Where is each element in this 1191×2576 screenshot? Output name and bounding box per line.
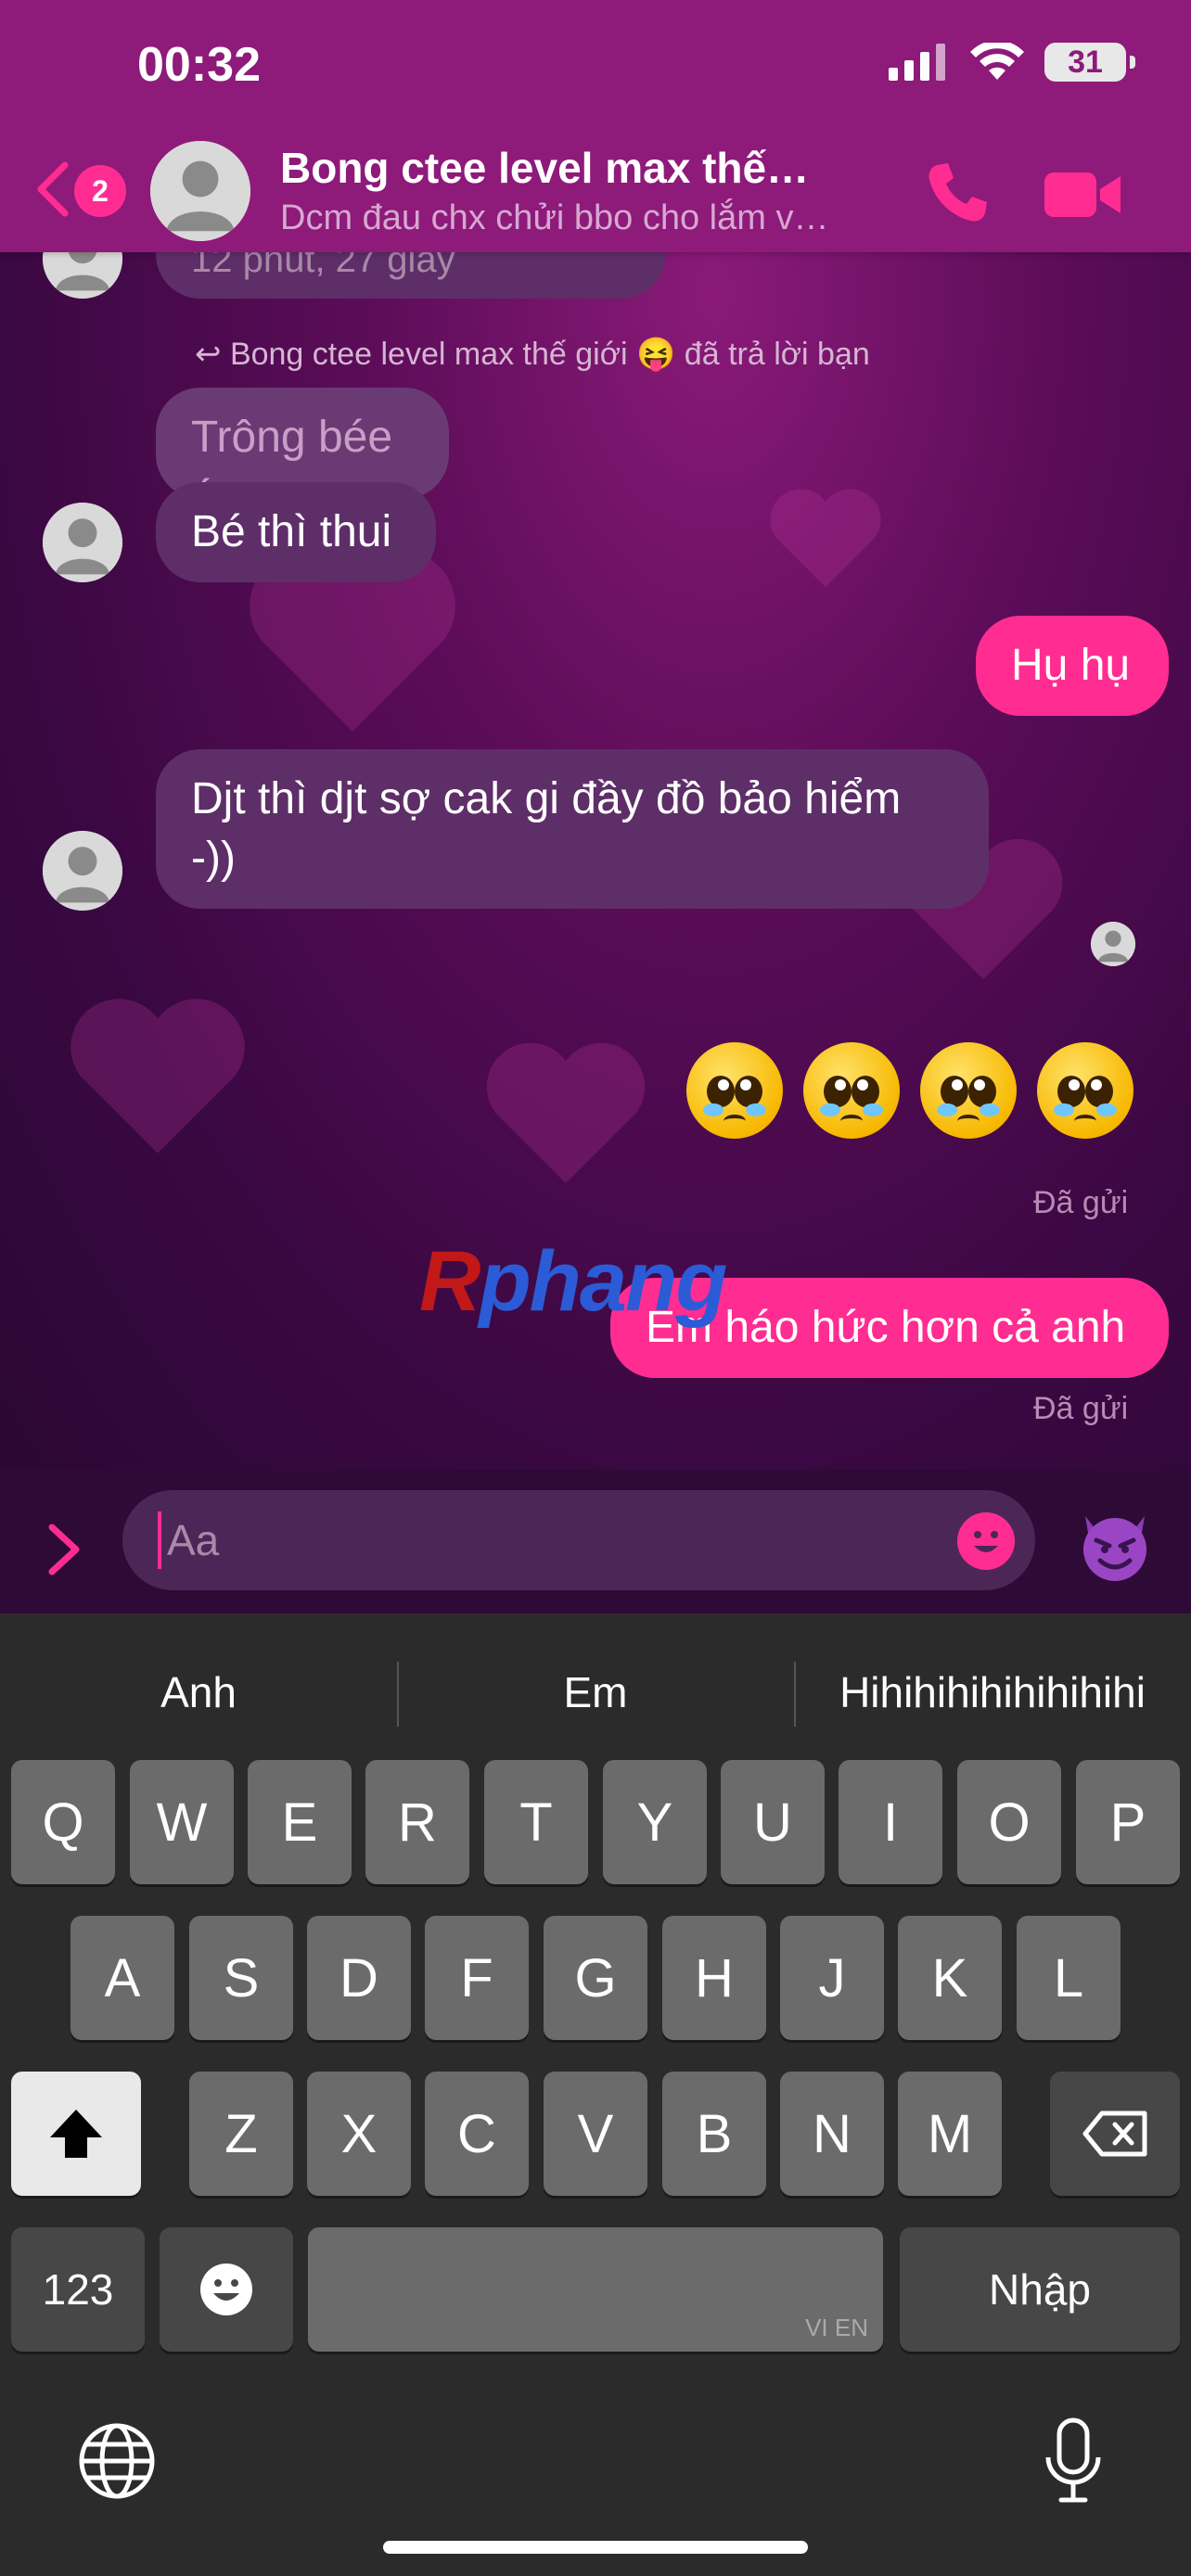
key-g[interactable]: G — [544, 1916, 647, 2040]
backspace-icon — [1082, 2111, 1147, 2157]
sender-avatar[interactable] — [43, 831, 122, 911]
message-input[interactable]: Aa — [122, 1490, 1035, 1590]
key-n[interactable]: N — [780, 2072, 884, 2196]
globe-icon[interactable] — [78, 2422, 156, 2500]
key-z[interactable]: Z — [189, 2072, 293, 2196]
suggestion-item[interactable]: Anh — [0, 1641, 397, 1743]
status-icons: 31 — [889, 43, 1135, 82]
key-d[interactable]: D — [307, 1916, 411, 2040]
key-q[interactable]: Q — [11, 1760, 115, 1884]
key-k[interactable]: K — [898, 1916, 1002, 2040]
video-camera-icon[interactable] — [1044, 165, 1122, 224]
key-i[interactable]: I — [839, 1760, 942, 1884]
pleading-face-icon — [803, 1042, 900, 1139]
key-f[interactable]: F — [425, 1916, 529, 2040]
reply-arrow-icon: ↩ — [195, 337, 230, 372]
shift-key[interactable] — [11, 2072, 141, 2196]
space-key[interactable]: VI EN — [308, 2227, 883, 2352]
battery-icon: 31 — [1044, 43, 1135, 82]
key-y[interactable]: Y — [603, 1760, 707, 1884]
delete-key[interactable] — [1050, 2072, 1180, 2196]
watermark-logo: Rphang — [419, 1234, 727, 1329]
emoji-picker-icon[interactable] — [957, 1512, 1015, 1570]
key-c[interactable]: C — [425, 2072, 529, 2196]
heart-decoration — [761, 473, 890, 603]
key-e[interactable]: E — [248, 1760, 352, 1884]
message-bubble-outgoing[interactable]: Hụ hụ — [976, 616, 1169, 716]
text-cursor — [158, 1511, 161, 1569]
chevron-right-icon[interactable] — [43, 1522, 85, 1577]
quick-reaction-devil-icon[interactable] — [1076, 1507, 1154, 1585]
emoji-message[interactable] — [686, 1042, 1133, 1139]
key-t[interactable]: T — [484, 1760, 588, 1884]
language-hint: VI EN — [805, 2314, 868, 2341]
contact-avatar[interactable] — [150, 141, 250, 241]
key-h[interactable]: H — [662, 1916, 766, 2040]
key-p[interactable]: P — [1076, 1760, 1180, 1884]
on-screen-keyboard: Anh Em Hihihihihihihihihi Q W E R T Y U … — [0, 1613, 1191, 2576]
heart-decoration — [56, 974, 260, 1178]
key-w[interactable]: W — [130, 1760, 234, 1884]
reply-note: ↩ Bong ctee level max thế giới 😝 đã trả … — [195, 336, 870, 373]
sent-status: Đã gửi — [1033, 1185, 1129, 1220]
message-composer: Aa — [0, 1470, 1191, 1613]
signal-icon — [889, 44, 945, 81]
input-placeholder: Aa — [167, 1516, 220, 1564]
emoji-keyboard-key[interactable] — [160, 2227, 293, 2352]
chat-header: 00:32 31 2 Bong ctee level max thế… Dcm … — [0, 0, 1191, 252]
sender-avatar[interactable] — [43, 503, 122, 582]
key-m[interactable]: M — [898, 2072, 1002, 2196]
phone-icon[interactable] — [924, 159, 991, 226]
numbers-key[interactable]: 123 — [11, 2227, 145, 2352]
suggestion-item[interactable]: Em — [397, 1641, 794, 1743]
pleading-face-icon — [686, 1042, 783, 1139]
enter-key[interactable]: Nhập — [900, 2227, 1180, 2352]
messenger-screen: 12 phút, 27 giây ↩ Bong ctee level max t… — [0, 0, 1191, 2576]
seen-avatar — [1091, 922, 1135, 966]
reply-note-text: Bong ctee level max thế giới 😝 đã trả lờ… — [229, 337, 870, 372]
key-j[interactable]: J — [780, 1916, 884, 2040]
chevron-left-icon — [37, 161, 69, 217]
smiley-icon — [200, 2264, 252, 2315]
message-text: Djt thì djt sợ cak gi đầy đồ bảo hiểm -)… — [191, 774, 902, 883]
key-o[interactable]: O — [957, 1760, 1061, 1884]
pleading-face-icon — [920, 1042, 1017, 1139]
message-bubble-incoming[interactable]: Djt thì djt sợ cak gi đầy đồ bảo hiểm -)… — [156, 749, 989, 909]
sent-status: Đã gửi — [1033, 1391, 1129, 1426]
key-l[interactable]: L — [1017, 1916, 1121, 2040]
message-bubble-incoming[interactable]: Bé thì thui — [156, 482, 436, 582]
key-s[interactable]: S — [189, 1916, 293, 2040]
status-time: 00:32 — [137, 38, 261, 92]
key-r[interactable]: R — [365, 1760, 469, 1884]
key-a[interactable]: A — [70, 1916, 174, 2040]
contact-nickname[interactable]: Dcm đau chx chửi bbo cho lắm v… — [280, 198, 874, 238]
shift-arrow-icon — [50, 2110, 102, 2158]
key-u[interactable]: U — [721, 1760, 825, 1884]
contact-name[interactable]: Bong ctee level max thế… — [280, 143, 874, 193]
microphone-icon[interactable] — [1041, 2417, 1106, 2506]
key-b[interactable]: B — [662, 2072, 766, 2196]
key-v[interactable]: V — [544, 2072, 647, 2196]
suggestion-item[interactable]: Hihihihihihihihihi — [794, 1641, 1191, 1743]
message-text: Bé thì thui — [191, 507, 392, 556]
suggestion-bar: Anh Em Hihihihihihihihihi — [0, 1641, 1191, 1743]
unread-badge: 2 — [74, 165, 126, 217]
heart-decoration — [473, 1020, 659, 1205]
key-x[interactable]: X — [307, 2072, 411, 2196]
pleading-face-icon — [1037, 1042, 1133, 1139]
back-button[interactable]: 2 — [33, 158, 135, 223]
wifi-icon — [970, 43, 1024, 80]
message-text: Hụ hụ — [1011, 641, 1131, 690]
home-indicator[interactable] — [383, 2541, 808, 2554]
